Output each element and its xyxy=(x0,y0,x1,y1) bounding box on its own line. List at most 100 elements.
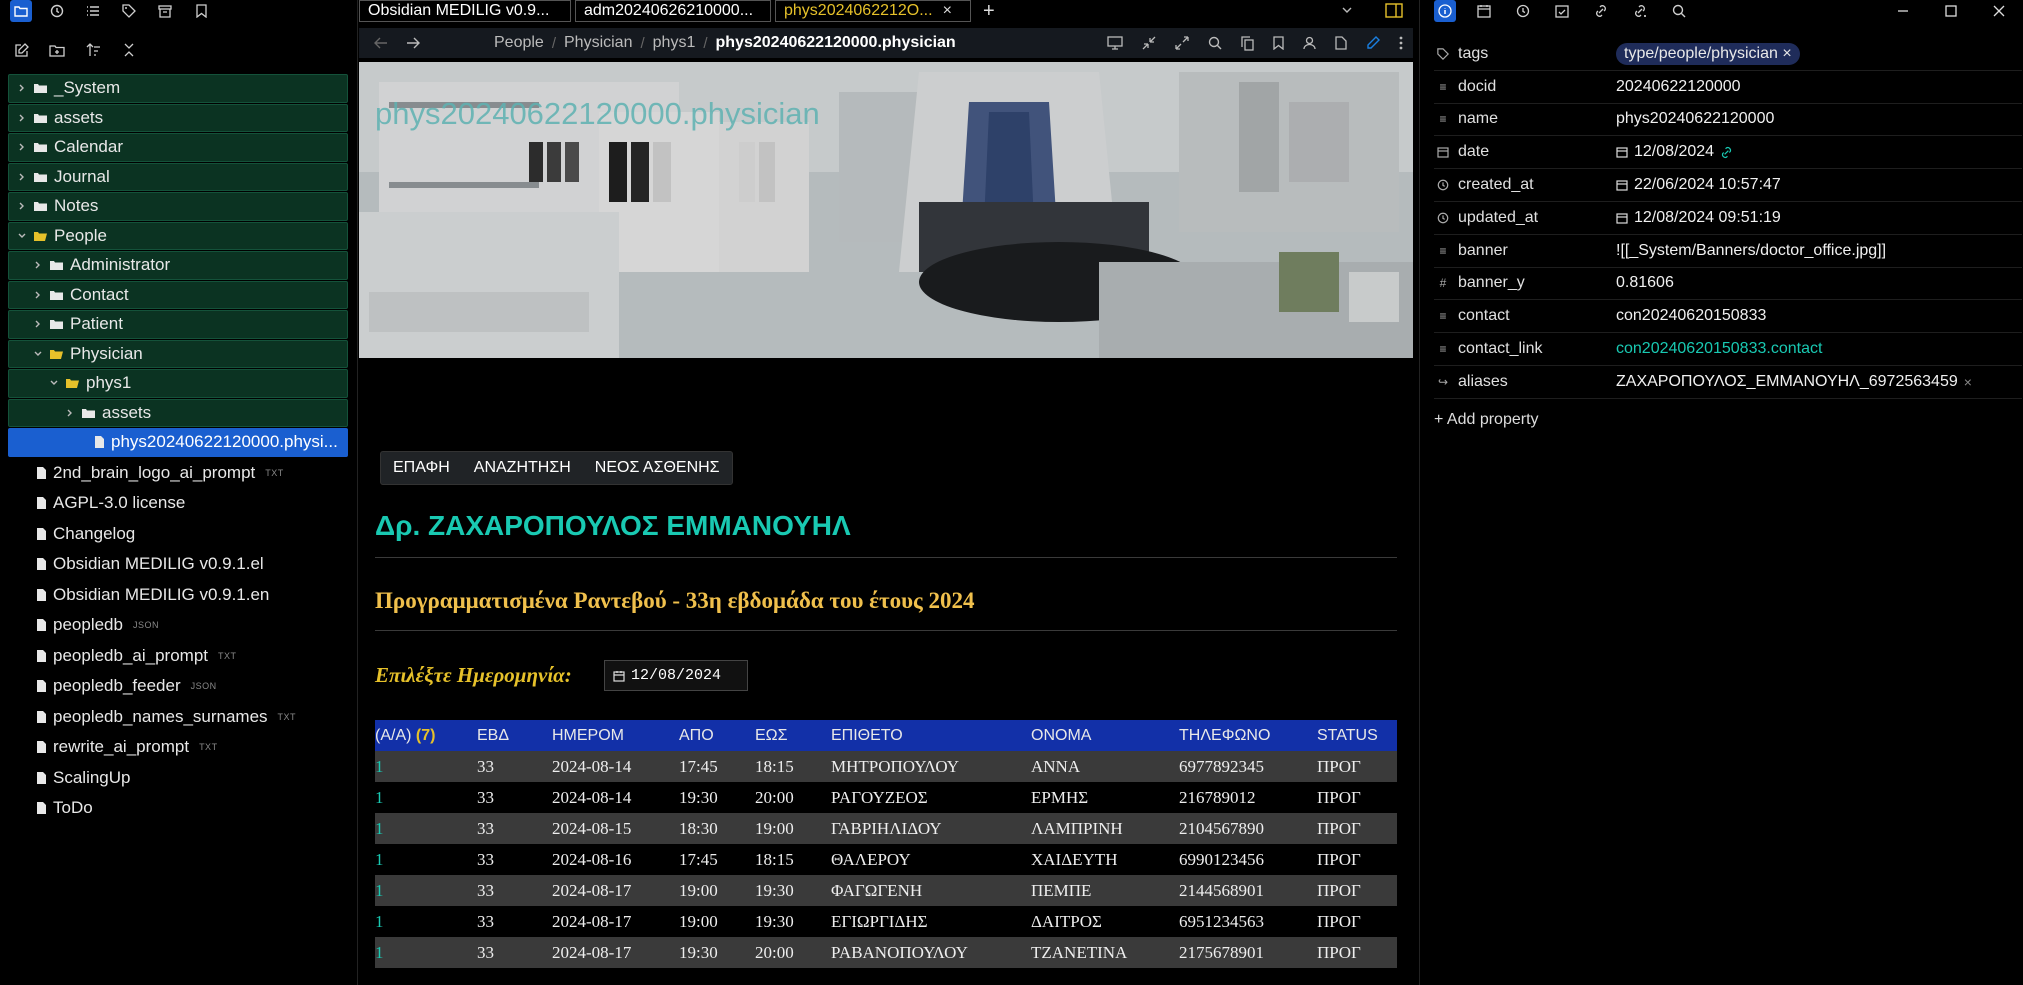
new-note-icon[interactable] xyxy=(10,39,32,61)
breadcrumb-current[interactable]: phys20240622120000.physician xyxy=(716,34,956,52)
tree-folder[interactable]: Journal xyxy=(8,162,348,191)
backlinks-icon[interactable] xyxy=(1590,0,1612,22)
info-icon[interactable] xyxy=(1434,0,1456,22)
chevron-right-icon[interactable] xyxy=(15,172,29,182)
forward-arrow-icon[interactable] xyxy=(406,37,426,49)
clock-icon[interactable] xyxy=(1512,0,1534,22)
property-value[interactable]: con20240620150833 xyxy=(1616,307,1766,325)
tag-pill[interactable]: type/people/physician × xyxy=(1616,42,1800,65)
tab-close-button[interactable]: × xyxy=(943,2,952,20)
document-icon[interactable] xyxy=(1335,36,1347,50)
chevron-right-icon[interactable] xyxy=(15,142,29,152)
tab-list-chevron-icon[interactable] xyxy=(1341,4,1353,16)
alias-remove-button[interactable]: × xyxy=(1964,374,1972,390)
tree-folder[interactable]: Notes xyxy=(8,192,348,221)
chevron-right-icon[interactable] xyxy=(31,290,45,300)
tab-adm[interactable]: adm20240626210000... xyxy=(575,0,771,22)
property-value-wrap[interactable]: 22/06/2024 10:57:47 xyxy=(1616,176,1781,194)
col-surname[interactable]: ΕΠΙΘΕΤΟ xyxy=(831,720,1031,751)
tree-folder[interactable]: phys1 xyxy=(8,369,348,398)
chevron-right-icon[interactable] xyxy=(31,319,45,329)
col-date[interactable]: ΗΜΕΡΟΜ xyxy=(552,720,679,751)
tab-obsidian-medilig[interactable]: Obsidian MEDILIG v0.9... xyxy=(359,0,571,22)
search-icon[interactable] xyxy=(1668,0,1690,22)
clock-icon[interactable] xyxy=(46,0,68,22)
tree-file[interactable]: ScalingUp xyxy=(0,763,358,794)
chevron-right-icon[interactable] xyxy=(63,408,77,418)
tree-folder[interactable]: Patient xyxy=(8,310,348,339)
chevron-right-icon[interactable] xyxy=(15,113,29,123)
sort-icon[interactable] xyxy=(82,39,104,61)
new-tab-button[interactable]: + xyxy=(983,0,995,23)
property-value-wrap[interactable]: 12/08/2024 xyxy=(1616,143,1733,161)
files-icon[interactable] xyxy=(10,0,32,22)
search-icon[interactable] xyxy=(1208,36,1222,50)
search-button[interactable]: ΑΝΑΖΗΤΗΣΗ xyxy=(462,452,583,484)
breadcrumb-physician[interactable]: Physician xyxy=(564,34,632,52)
chevron-right-icon[interactable] xyxy=(31,260,45,270)
minimize-icon[interactable] xyxy=(1897,5,1909,17)
tree-file[interactable]: peopledb_ai_prompt TXT xyxy=(0,641,358,672)
chevron-right-icon[interactable] xyxy=(15,83,29,93)
contact-button[interactable]: ΕΠΑΦΗ xyxy=(381,452,462,484)
tree-file[interactable]: 2nd_brain_logo_ai_prompt TXT xyxy=(0,458,358,489)
tree-folder[interactable]: Physician xyxy=(8,339,348,368)
breadcrumb-people[interactable]: People xyxy=(494,34,544,52)
tree-folder[interactable]: Calendar xyxy=(8,133,348,162)
add-property-button[interactable]: + Add property xyxy=(1434,411,2022,429)
bookmark-icon[interactable] xyxy=(190,0,212,22)
chevron-right-icon[interactable] xyxy=(15,201,29,211)
tree-file[interactable]: phys20240622120000.physi... xyxy=(8,428,348,457)
property-value[interactable]: ![[_System/Banners/doctor_office.jpg]] xyxy=(1616,242,1886,260)
date-picker[interactable]: 12/08/2024 xyxy=(604,660,748,691)
user-icon[interactable] xyxy=(1303,36,1316,50)
list-icon[interactable] xyxy=(82,0,104,22)
chevron-down-icon[interactable] xyxy=(31,349,45,359)
property-value[interactable]: 0.81606 xyxy=(1616,274,1674,292)
tree-folder[interactable]: People xyxy=(8,221,348,250)
new-folder-icon[interactable] xyxy=(46,39,68,61)
more-options-icon[interactable] xyxy=(1399,36,1403,50)
col-phone[interactable]: ΤΗΛΕΦΩΝΟ xyxy=(1179,720,1317,751)
calendar-check-icon[interactable] xyxy=(1551,0,1573,22)
cast-icon[interactable] xyxy=(1107,36,1123,50)
close-icon[interactable] xyxy=(1993,5,2005,17)
tree-folder[interactable]: assets xyxy=(8,398,348,427)
property-value[interactable]: phys20240622120000 xyxy=(1616,110,1774,128)
col-status[interactable]: STATUS xyxy=(1317,720,1397,751)
tag-remove-button[interactable]: × xyxy=(1782,45,1791,62)
chevron-down-icon[interactable] xyxy=(47,378,61,388)
property-value-wrap[interactable]: ΖΑΧΑΡΟΠΟΥΛΟΣ_ΕΜΜΑΝΟΥΗΛ_6972563459 × xyxy=(1616,373,1972,391)
back-arrow-icon[interactable] xyxy=(374,37,394,49)
collapse-all-icon[interactable] xyxy=(118,39,140,61)
outgoing-links-icon[interactable] xyxy=(1629,0,1651,22)
new-patient-button[interactable]: ΝΕΟΣ ΑΣΘΕΝΗΣ xyxy=(583,452,732,484)
tree-folder[interactable]: assets xyxy=(8,103,348,132)
tree-file[interactable]: peopledb JSON xyxy=(0,610,358,641)
breadcrumb-phys1[interactable]: phys1 xyxy=(653,34,696,52)
tree-folder[interactable]: Contact xyxy=(8,280,348,309)
tree-file[interactable]: peopledb_feeder JSON xyxy=(0,671,358,702)
tree-file[interactable]: peopledb_names_surnames TXT xyxy=(0,702,358,733)
tree-file[interactable]: ToDo xyxy=(0,793,358,824)
chevron-down-icon[interactable] xyxy=(15,231,29,241)
col-aa[interactable]: (Α/Α) (7) xyxy=(375,720,477,751)
col-week[interactable]: ΕΒΔ xyxy=(477,720,552,751)
tree-file[interactable]: AGPL-3.0 license xyxy=(0,488,358,519)
maximize-icon[interactable] xyxy=(1945,5,1957,17)
calendar-icon[interactable] xyxy=(1473,0,1495,22)
archive-icon[interactable] xyxy=(154,0,176,22)
col-from[interactable]: ΑΠΟ xyxy=(679,720,755,751)
property-value-wrap[interactable]: 12/08/2024 09:51:19 xyxy=(1616,209,1781,227)
copy-icon[interactable] xyxy=(1241,35,1254,51)
bookmark-add-icon[interactable] xyxy=(1273,36,1284,50)
col-name[interactable]: ΟΝΟΜΑ xyxy=(1031,720,1179,751)
property-value[interactable]: 20240622120000 xyxy=(1616,78,1741,96)
tree-folder[interactable]: _System xyxy=(8,74,348,103)
sidebar-toggle-icon[interactable] xyxy=(1385,3,1403,18)
edit-pencil-icon[interactable] xyxy=(1366,36,1380,50)
tree-file[interactable]: Changelog xyxy=(0,519,358,550)
link-icon[interactable] xyxy=(1720,146,1733,159)
property-link-value[interactable]: con20240620150833.contact xyxy=(1616,340,1822,358)
tab-phys[interactable]: phys2024062212O... × xyxy=(775,0,971,22)
